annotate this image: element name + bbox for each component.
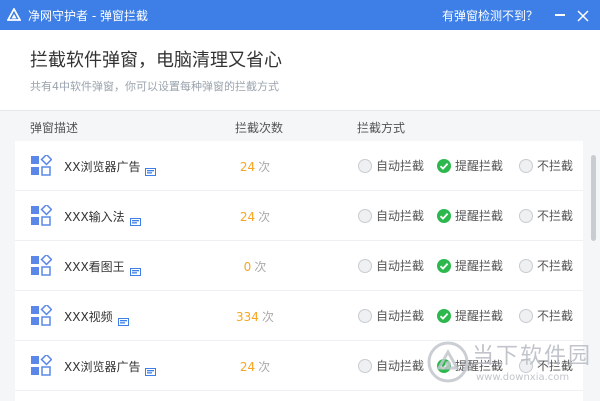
page-header: 拦截软件弹窗，电脑清理又省心 共有4中软件弹窗，你可以设置每种弹窗的拦截方式 (0, 30, 600, 110)
comment-icon[interactable] (129, 262, 141, 276)
popup-name: XX浏览器广告 (64, 160, 141, 174)
watermark-url: www.downxia.com (476, 372, 570, 383)
option-remind-block[interactable]: 提醒拦截 (437, 257, 503, 274)
minimize-button[interactable] (554, 9, 566, 21)
block-count-value: 24 (239, 210, 256, 224)
block-count: 24 次 (205, 358, 305, 375)
comment-icon[interactable] (145, 162, 157, 176)
block-count-unit: 次 (258, 360, 271, 374)
column-header-description: 弹窗描述 (30, 121, 79, 135)
help-link[interactable]: 有弹窗检测不到？ (442, 7, 538, 24)
block-count-unit: 次 (258, 160, 271, 174)
option-auto-block[interactable]: 自动拦截 (358, 357, 424, 374)
popup-name: XXX看图王 (64, 260, 125, 274)
app-grid-icon (30, 253, 53, 277)
block-count-value: 24 (239, 360, 256, 374)
radio-icon[interactable] (519, 158, 533, 173)
option-no-block[interactable]: 不拦截 (519, 257, 573, 274)
checked-radio-icon[interactable] (437, 158, 451, 173)
checked-radio-icon[interactable] (437, 208, 451, 223)
watermark: 当下软件园 www.downxia.com (424, 334, 600, 396)
table-header: 弹窗描述 拦截次数 拦截方式 (0, 111, 600, 141)
app-grid-icon (30, 153, 53, 177)
radio-icon[interactable] (519, 258, 533, 273)
option-remind-block[interactable]: 提醒拦截 (437, 207, 503, 224)
option-remind-block[interactable]: 提醒拦截 (437, 157, 503, 174)
watermark-logo-icon (427, 341, 469, 383)
table-row: XXX输入法 24 次 自动拦截 提醒拦截 不拦截 (15, 191, 583, 241)
close-button[interactable] (576, 8, 590, 22)
window-title: 净网守护者 - 弹窗拦截 (28, 8, 148, 23)
table-row: XXX看图王 0次 自动拦截 提醒拦截 不拦截 (15, 241, 583, 291)
option-no-block[interactable]: 不拦截 (519, 207, 573, 224)
block-count-value: 24 (239, 160, 256, 174)
option-no-block[interactable]: 不拦截 (519, 157, 573, 174)
block-count: 334 次 (205, 308, 305, 325)
radio-icon[interactable] (358, 308, 372, 323)
block-count-unit: 次 (254, 260, 267, 274)
radio-icon[interactable] (358, 258, 372, 273)
block-count: 0次 (205, 258, 305, 275)
app-grid-icon (30, 303, 53, 327)
comment-icon[interactable] (129, 212, 141, 226)
block-count-unit: 次 (258, 210, 271, 224)
option-auto-block[interactable]: 自动拦截 (358, 307, 424, 324)
option-auto-block[interactable]: 自动拦截 (358, 207, 424, 224)
popup-name: XX浏览器广告 (64, 360, 141, 374)
option-auto-block[interactable]: 自动拦截 (358, 157, 424, 174)
popup-name: XXX输入法 (64, 210, 125, 224)
popup-name: XXX视频 (64, 310, 113, 324)
block-count-value: 334 (236, 310, 259, 324)
title-bar: 净网守护者 - 弹窗拦截 有弹窗检测不到？ (0, 0, 600, 30)
page-subtitle: 共有4中软件弹窗，你可以设置每种弹窗的拦截方式 (30, 80, 279, 93)
option-auto-block[interactable]: 自动拦截 (358, 257, 424, 274)
column-header-count: 拦截次数 (235, 121, 284, 135)
option-no-block[interactable]: 不拦截 (519, 307, 573, 324)
block-count-unit: 次 (261, 310, 274, 324)
radio-icon[interactable] (519, 308, 533, 323)
watermark-title: 当下软件园 (472, 344, 593, 369)
scrollbar-thumb[interactable] (591, 155, 596, 241)
column-header-mode: 拦截方式 (357, 121, 406, 135)
option-remind-block[interactable]: 提醒拦截 (437, 307, 503, 324)
comment-icon[interactable] (145, 362, 157, 376)
shield-logo-icon (6, 7, 22, 23)
radio-icon[interactable] (358, 208, 372, 223)
checked-radio-icon[interactable] (437, 308, 451, 323)
radio-icon[interactable] (358, 158, 372, 173)
block-count-value: 0 (243, 260, 252, 274)
radio-icon[interactable] (519, 208, 533, 223)
app-grid-icon (30, 353, 53, 377)
radio-icon[interactable] (358, 358, 372, 373)
app-grid-icon (30, 203, 53, 227)
block-count: 24 次 (205, 158, 305, 175)
checked-radio-icon[interactable] (437, 258, 451, 273)
comment-icon[interactable] (117, 312, 129, 326)
table-row: XX浏览器广告 24 次 自动拦截 提醒拦截 不拦截 (15, 141, 583, 191)
block-count: 24 次 (205, 208, 305, 225)
page-title: 拦截软件弹窗，电脑清理又省心 (30, 50, 282, 71)
